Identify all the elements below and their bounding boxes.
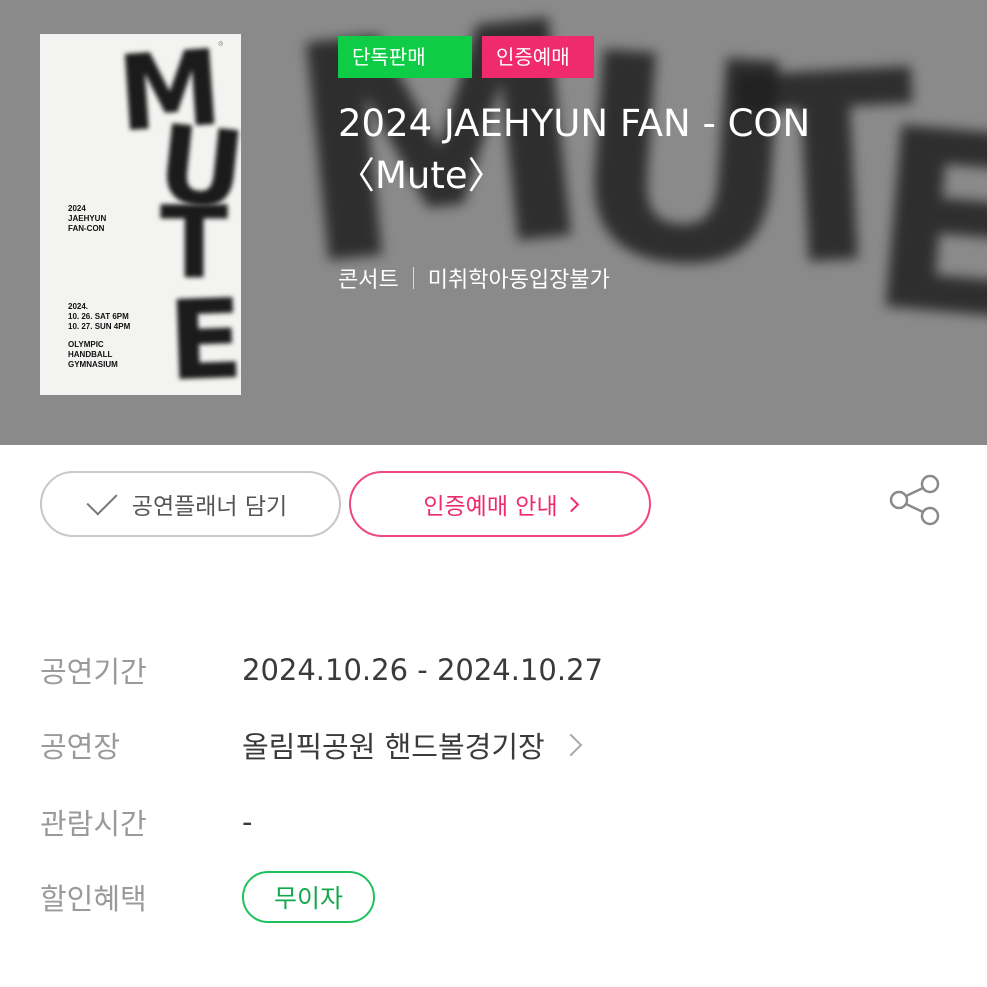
duration-value: -	[242, 805, 253, 839]
add-to-planner-label: 공연플래너 담기	[131, 494, 288, 520]
verified-booking-badge: 인증예매	[482, 36, 594, 78]
title-line-1: 2024 JAEHYUN FAN - CON	[338, 102, 811, 145]
age-rating-label: 미취학아동입장불가	[427, 268, 610, 293]
poster-title: 2024 JAEHYUN FAN-CON	[68, 204, 107, 233]
period-value: 2024.10.26 - 2024.10.27	[242, 653, 603, 687]
venue-link[interactable]: 올림픽공원 핸드볼경기장	[242, 724, 583, 766]
period-label: 공연기간	[40, 655, 147, 689]
meta-divider	[412, 267, 414, 289]
hero-banner: M U T E ◎ M U T E 2024 JAEHYUN FAN-CON 2…	[0, 0, 987, 445]
info-row-discount: 할인혜택 무이자	[40, 871, 376, 923]
share-icon[interactable]	[886, 472, 942, 528]
add-to-planner-button[interactable]: 공연플래너 담기	[40, 471, 341, 537]
poster-venue: OLYMPIC HANDBALL GYMNASIUM	[68, 340, 118, 369]
info-row-duration: 관람시간 -	[40, 797, 252, 847]
performance-title: 2024 JAEHYUN FAN - CON 〈Mute〉	[338, 98, 958, 202]
performance-meta: 콘서트 미취학아동입장불가	[338, 262, 610, 294]
chevron-right-icon	[563, 496, 579, 512]
info-row-venue[interactable]: 공연장 올림픽공원 핸드볼경기장	[40, 720, 583, 770]
poster-logo: ◎	[218, 40, 224, 47]
chevron-right-icon	[559, 733, 583, 757]
interest-free-badge[interactable]: 무이자	[242, 871, 376, 923]
discount-label: 할인혜택	[40, 882, 147, 916]
title-line-2: 〈Mute〉	[338, 154, 505, 197]
venue-label: 공연장	[40, 730, 121, 764]
exclusive-sale-badge: 단독판매	[338, 36, 472, 78]
info-row-period: 공연기간 2024.10.26 - 2024.10.27	[40, 645, 603, 695]
check-icon	[86, 484, 118, 516]
genre-label: 콘서트	[338, 268, 399, 293]
verified-booking-info-label: 인증예매 안내	[423, 494, 558, 520]
venue-value: 올림픽공원 핸드볼경기장	[242, 730, 545, 764]
poster-dates: 2024. 10. 26. SAT 6PM 10. 27. SUN 4PM	[68, 302, 131, 331]
poster-image[interactable]: ◎ M U T E 2024 JAEHYUN FAN-CON 2024. 10.…	[40, 34, 241, 395]
duration-label: 관람시간	[40, 807, 147, 841]
verified-booking-info-button[interactable]: 인증예매 안내	[349, 471, 651, 537]
